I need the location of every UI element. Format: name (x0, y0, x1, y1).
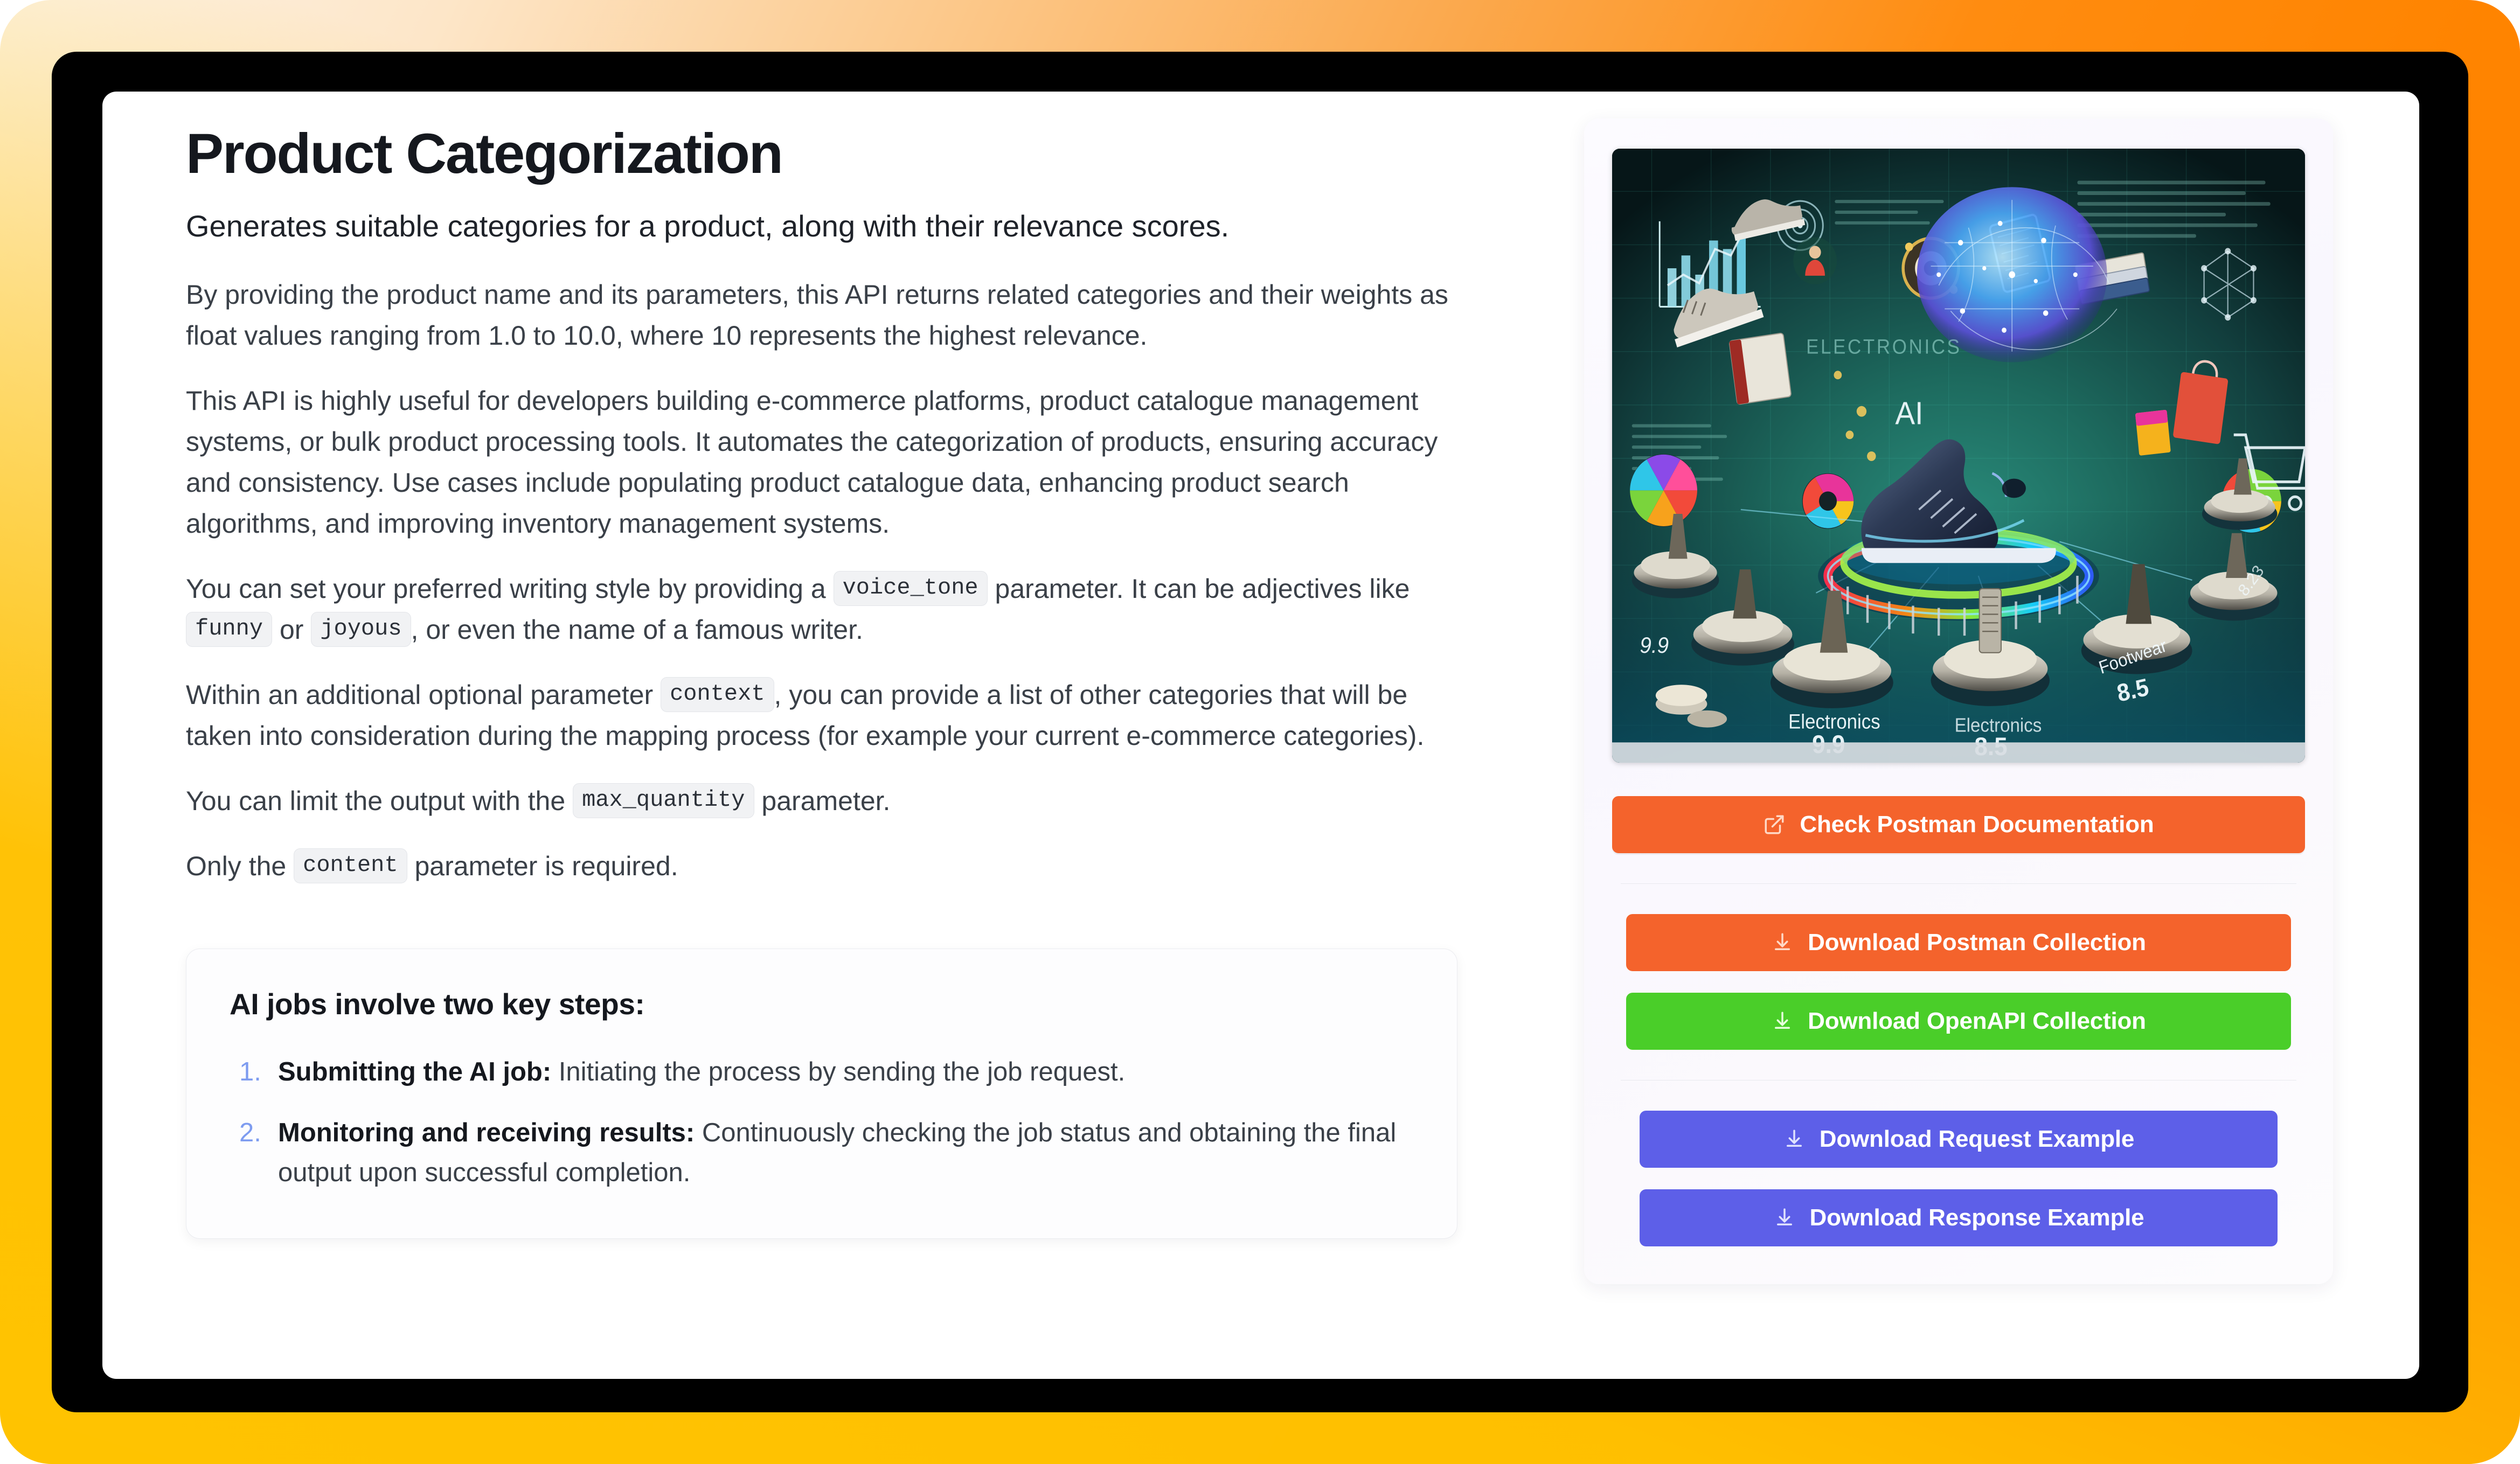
download-openapi-collection-label: Download OpenAPI Collection (1808, 1008, 2146, 1034)
step-label: Submitting the AI job: (278, 1057, 552, 1086)
code-chip-max-quantity: max_quantity (573, 783, 754, 818)
ai-jobs-steps-title: AI jobs involve two key steps: (230, 987, 645, 1021)
paragraph-content-required: Only the content parameter is required. (186, 846, 1479, 887)
voice-tone-text-a: You can set your preferred writing style… (186, 573, 826, 604)
code-chip-voice-tone: voice_tone (833, 570, 988, 606)
download-postman-collection-button[interactable]: Download Postman Collection (1626, 914, 2292, 971)
content-text-b: parameter is required. (414, 850, 678, 881)
hero-score-left: 9.9 (1640, 632, 1669, 658)
download-icon (1775, 1012, 1790, 1029)
documentation-column: Product Categorization Generates suitabl… (102, 92, 1514, 1239)
voice-tone-text-d: , or even the name of a famous writer. (411, 614, 863, 645)
download-openapi-collection-button[interactable]: Download OpenAPI Collection (1626, 993, 2292, 1050)
divider (1621, 883, 2296, 884)
hero-label-electronics-tag: ELECTRONICS (1806, 335, 1962, 358)
download-request-example-button[interactable]: Download Request Example (1640, 1111, 2278, 1168)
code-chip-content: content (294, 848, 407, 883)
check-postman-documentation-button[interactable]: Check Postman Documentation (1612, 796, 2305, 853)
max-quantity-text-b: parameter. (761, 785, 891, 816)
voice-tone-text-c: or (279, 614, 304, 645)
max-quantity-text-a: You can limit the output with the (186, 785, 566, 816)
hero-illustration: AI ELECTRONICS 9.9 Electronics Electroni… (1612, 149, 2305, 763)
external-link-icon (1765, 815, 1784, 834)
list-item: Monitoring and receiving results: Contin… (239, 1113, 1414, 1193)
page-title: Product Categorization (186, 122, 783, 185)
paragraph-context: Within an additional optional parameter … (186, 674, 1479, 756)
download-icon (1786, 1130, 1802, 1147)
code-chip-funny: funny (186, 611, 273, 647)
resources-column: AI ELECTRONICS 9.9 Electronics Electroni… (1514, 92, 2419, 1284)
download-icon (1775, 933, 1790, 950)
hero-label-ai: AI (1895, 396, 1923, 431)
paragraph-use-cases: This API is highly useful for developers… (186, 385, 1438, 539)
download-icon (1776, 1208, 1792, 1225)
list-item: Submitting the AI job: Initiating the pr… (239, 1052, 1414, 1092)
download-postman-collection-label: Download Postman Collection (1808, 929, 2146, 956)
paragraph-max-quantity: You can limit the output with the max_qu… (186, 780, 1479, 821)
content-text-a: Only the (186, 850, 287, 881)
download-response-example-button[interactable]: Download Response Example (1640, 1189, 2278, 1246)
download-response-example-label: Download Response Example (1809, 1204, 2144, 1231)
step-description: Initiating the process by sending the jo… (551, 1057, 1126, 1086)
download-request-example-label: Download Request Example (1819, 1126, 2135, 1152)
page-content: Product Categorization Generates suitabl… (102, 92, 2419, 1379)
step-label: Monitoring and receiving results: (278, 1118, 695, 1148)
context-text-a: Within an additional optional parameter (186, 679, 654, 710)
hero-illustration-artwork: AI ELECTRONICS 9.9 Electronics Electroni… (1612, 149, 2305, 763)
page-lede: Generates suitable categories for a prod… (186, 209, 1230, 243)
paragraph-api-overview: By providing the product name and its pa… (186, 279, 1448, 351)
resources-panel: AI ELECTRONICS 9.9 Electronics Electroni… (1584, 118, 2333, 1284)
code-chip-joyous: joyous (311, 611, 411, 647)
page-viewport: Product Categorization Generates suitabl… (102, 92, 2419, 1379)
code-chip-context: context (661, 677, 774, 712)
voice-tone-text-b: parameter. It can be adjectives like (995, 573, 1410, 604)
ai-jobs-steps-list: Submitting the AI job: Initiating the pr… (230, 1052, 1414, 1193)
check-postman-documentation-label: Check Postman Documentation (1800, 811, 2154, 838)
ai-jobs-steps-box: AI jobs involve two key steps: Submittin… (186, 948, 1457, 1239)
paragraph-voice-tone: You can set your preferred writing style… (186, 568, 1479, 650)
